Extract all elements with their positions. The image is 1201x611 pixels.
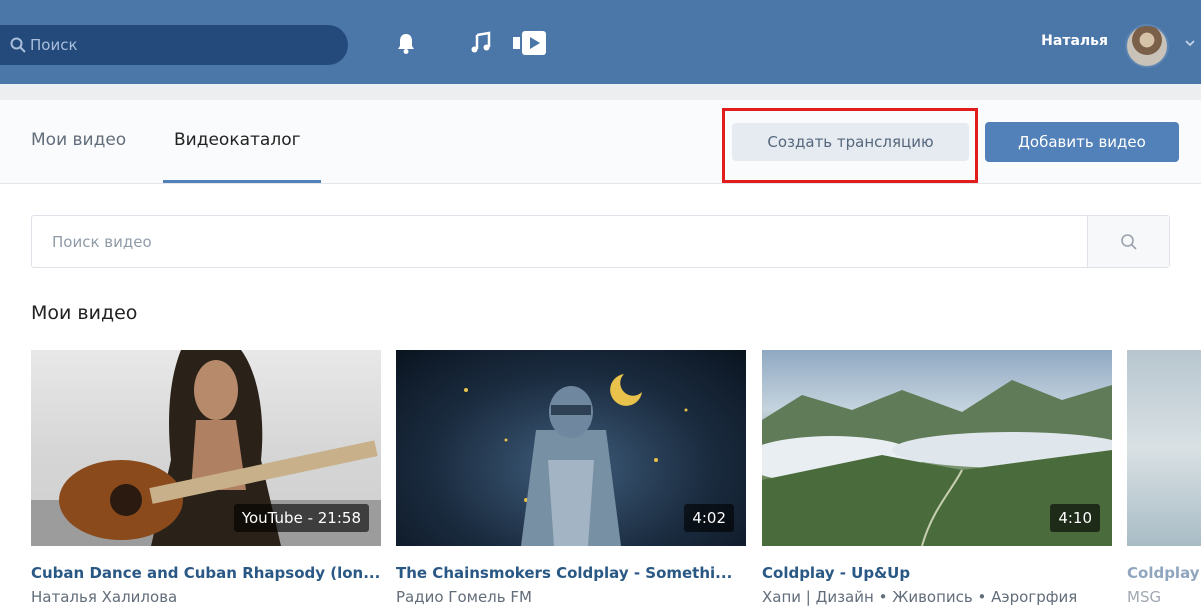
search-placeholder: Поиск — [30, 36, 78, 54]
video-card[interactable]: 4:02 The Chainsmokers Coldplay - Somethi… — [396, 350, 746, 611]
video-search-placeholder: Поиск видео — [52, 233, 152, 251]
global-search-input[interactable]: Поиск — [0, 25, 348, 65]
video-title[interactable]: Coldplay - Up&Up — [762, 564, 1122, 582]
avatar[interactable] — [1125, 24, 1169, 68]
video-search-field[interactable]: Поиск видео — [31, 215, 1170, 268]
top-bar: Поиск Наталья — [0, 0, 1201, 84]
video-duration: 4:10 — [1050, 504, 1100, 532]
add-video-button[interactable]: Добавить видео — [985, 122, 1179, 162]
music-icon[interactable] — [468, 30, 494, 56]
bell-icon[interactable] — [393, 30, 419, 56]
video-thumbnail[interactable] — [1127, 350, 1201, 546]
video-duration: YouTube - 21:58 — [233, 504, 369, 532]
page-background-strip — [0, 84, 1201, 100]
video-title[interactable]: Cuban Dance and Cuban Rhapsody (lon... — [31, 564, 391, 582]
tab-my-videos[interactable]: Мои видео — [31, 130, 126, 150]
video-search-button[interactable] — [1087, 216, 1169, 267]
video-card[interactable]: YouTube - 21:58 Cuban Dance and Cuban Rh… — [31, 350, 381, 611]
user-name[interactable]: Наталья — [1041, 33, 1108, 49]
video-duration: 4:02 — [684, 504, 734, 532]
chevron-down-icon[interactable] — [1183, 36, 1197, 50]
active-tab-indicator — [163, 180, 321, 183]
tab-video-catalog[interactable]: Видеокаталог — [174, 130, 301, 150]
highlight-frame — [722, 108, 978, 183]
video-title[interactable]: Coldplay — [1127, 564, 1201, 582]
video-author[interactable]: Радио Гомель FM — [396, 588, 532, 606]
video-author[interactable]: Хапи | Дизайн • Живопись • Аэрогрфия — [762, 588, 1077, 606]
search-icon — [1121, 234, 1137, 250]
video-thumbnail[interactable]: 4:10 — [762, 350, 1112, 546]
video-author[interactable]: Наталья Халилова — [31, 588, 177, 606]
video-thumbnail[interactable]: YouTube - 21:58 — [31, 350, 381, 546]
video-card[interactable]: Coldplay MSG — [1127, 350, 1201, 611]
video-play-icon[interactable] — [513, 30, 547, 56]
section-title-my-videos: Мои видео — [31, 302, 138, 324]
video-card[interactable]: 4:10 Coldplay - Up&Up Хапи | Дизайн • Жи… — [762, 350, 1112, 611]
video-thumbnail[interactable]: 4:02 — [396, 350, 746, 546]
video-title[interactable]: The Chainsmokers Coldplay - Somethi... — [396, 564, 756, 582]
video-author[interactable]: MSG — [1127, 588, 1161, 606]
search-icon — [10, 37, 26, 53]
